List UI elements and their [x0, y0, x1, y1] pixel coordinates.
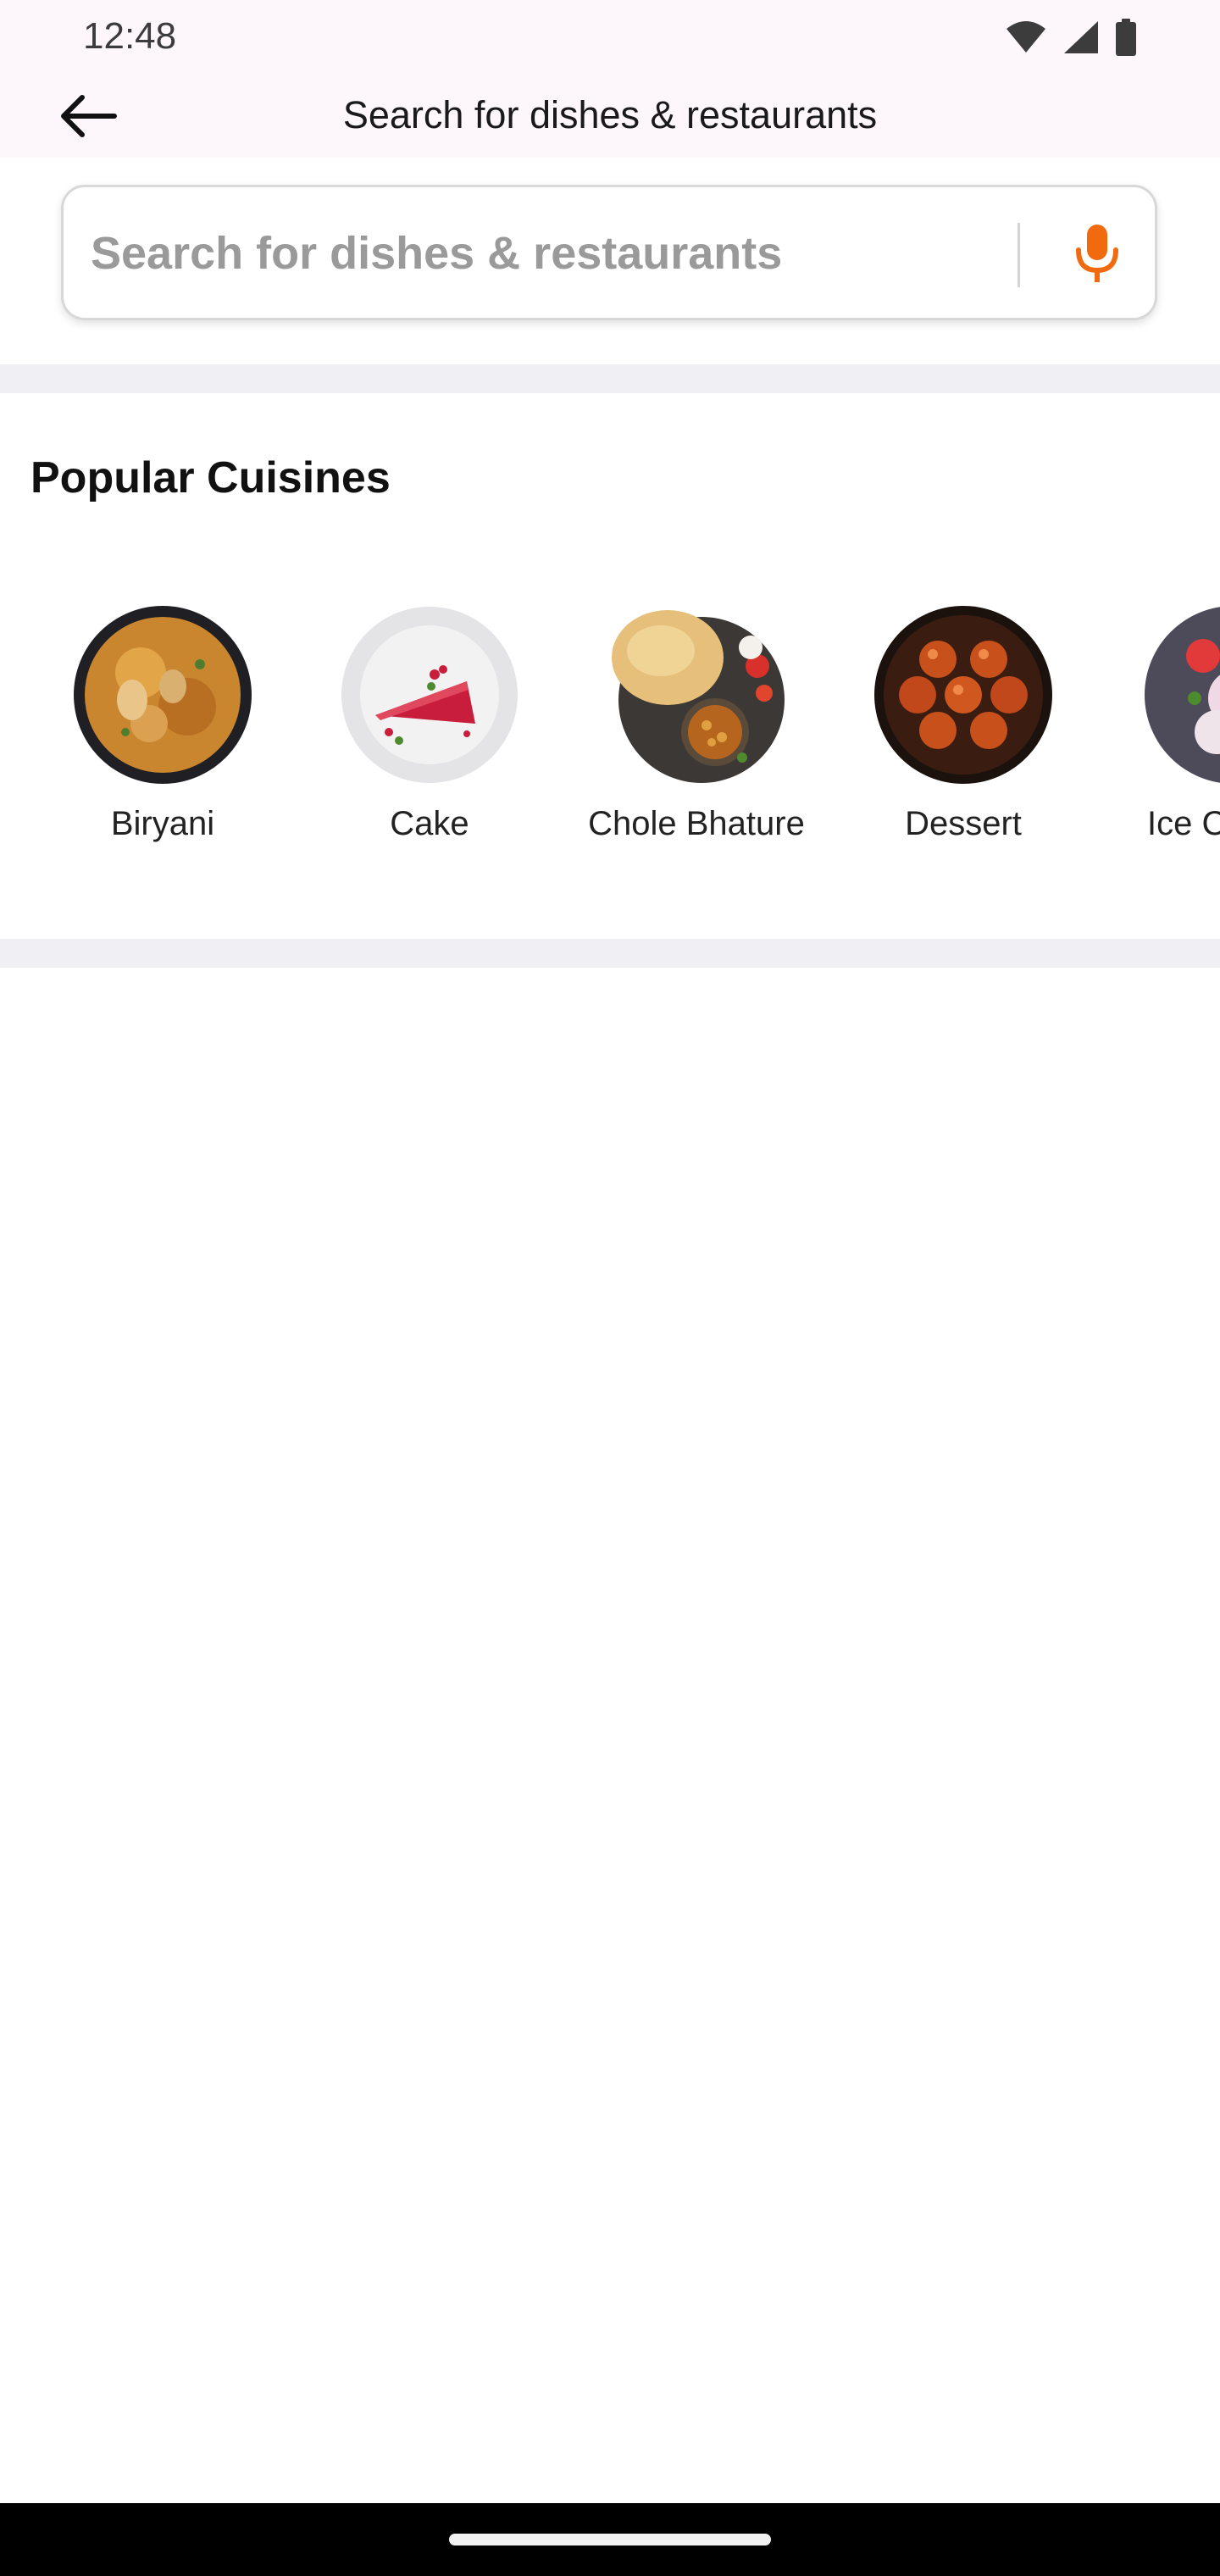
status-bar: 12:48 — [0, 0, 1220, 76]
cuisine-list: Biryani Cake Chole Bhature Dessert Ice C — [0, 605, 1220, 927]
cuisine-label: Chole Bhature — [588, 805, 805, 842]
home-gesture-handle[interactable] — [449, 2534, 771, 2545]
microphone-icon — [1072, 223, 1123, 288]
search-area — [0, 158, 1220, 364]
screen: 12:48 Search for dishes & restaurants Se… — [0, 0, 1220, 2576]
chole-bhature-image — [586, 605, 807, 785]
navigation-bar — [0, 2503, 1220, 2576]
biryani-image — [53, 605, 273, 785]
cuisine-label: Cake — [390, 805, 469, 842]
search-input[interactable] — [89, 213, 1024, 294]
cuisine-label: Biryani — [110, 805, 215, 842]
cuisine-label: Dessert — [905, 805, 1022, 842]
cake-image — [319, 605, 540, 785]
section-title: Popular Cuisines — [30, 453, 391, 502]
dessert-image — [853, 605, 1073, 785]
popular-cuisines-section: Popular Cuisines Biryani Cake Chole Bhat… — [0, 393, 1220, 939]
status-time: 12:48 — [83, 15, 177, 57]
cuisine-item-chole-bhature[interactable]: Chole Bhature — [586, 605, 807, 849]
cuisine-label: Ice C — [1147, 805, 1220, 842]
battery-icon — [1115, 19, 1137, 60]
search-divider — [1018, 223, 1020, 287]
status-icons — [1005, 19, 1137, 60]
cuisine-item-dessert[interactable]: Dessert — [853, 605, 1073, 849]
cuisine-item-ice-cream[interactable]: Ice C — [1120, 605, 1220, 849]
cuisine-item-cake[interactable]: Cake — [319, 605, 540, 849]
voice-search-button[interactable] — [1055, 209, 1140, 301]
section-separator — [0, 939, 1220, 968]
ice-cream-image — [1120, 605, 1220, 785]
cuisine-item-biryani[interactable]: Biryani — [53, 605, 273, 849]
app-header: Search for dishes & restaurants — [0, 76, 1220, 158]
header-title: Search for dishes & restaurants — [342, 93, 878, 136]
section-separator — [0, 364, 1220, 393]
wifi-icon — [1005, 20, 1047, 58]
search-box — [61, 185, 1157, 320]
signal-icon — [1062, 19, 1100, 59]
